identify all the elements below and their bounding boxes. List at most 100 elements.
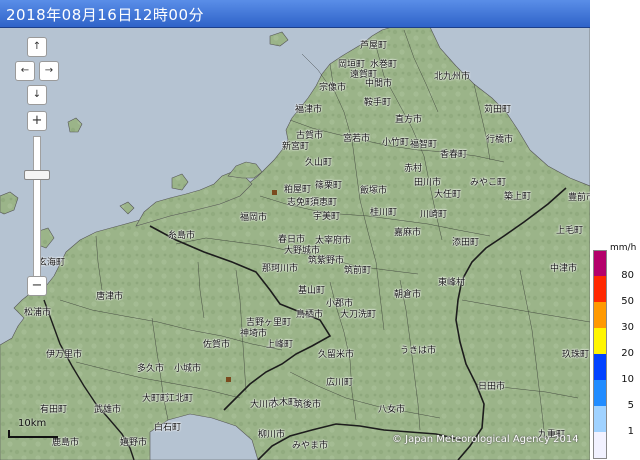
- scale-label: 10km: [18, 418, 47, 429]
- legend-label: 50: [621, 296, 634, 307]
- city-label: 上毛町: [556, 226, 584, 236]
- city-label: 築上町: [504, 192, 532, 202]
- legend-swatch: [593, 432, 607, 459]
- city-label: うきは市: [400, 346, 437, 356]
- city-label: みやこ町: [470, 178, 507, 188]
- city-label: 多久市: [137, 364, 165, 374]
- observation-time: 2018年08月16日12時00分: [6, 6, 205, 24]
- city-label: 粕屋町: [284, 185, 312, 195]
- legend-label: 30: [621, 322, 634, 333]
- city-label: 新宮町: [282, 142, 310, 152]
- city-label: 朝倉市: [394, 290, 422, 300]
- legend-swatch: [593, 380, 607, 406]
- city-label: 福津市: [295, 105, 323, 115]
- city-label: 赤村: [404, 164, 423, 174]
- zoom-slider-track[interactable]: [33, 136, 41, 282]
- city-label: 柳川市: [258, 430, 286, 440]
- observation-point: [226, 377, 231, 382]
- city-label: 基山町: [298, 286, 326, 296]
- city-label: 宗像市: [319, 83, 347, 93]
- zoom-out-button[interactable]: −: [27, 276, 47, 296]
- city-label: 小竹町: [382, 138, 410, 148]
- city-label: 太宰府市: [315, 236, 352, 246]
- precipitation-legend: mm/h 80 50 30 20 10 5 1: [590, 0, 640, 460]
- city-label: 松浦市: [24, 308, 52, 318]
- zoom-slider-handle[interactable]: [24, 170, 50, 180]
- city-label: 水巻町: [370, 60, 398, 70]
- city-label: 香春町: [440, 150, 468, 160]
- city-label: 伊万里市: [46, 350, 83, 360]
- city-label: 上峰町: [266, 340, 294, 350]
- city-label: 田川市: [414, 178, 442, 188]
- city-label: 小郡市: [326, 299, 354, 309]
- city-label: 大刀洗町: [340, 310, 377, 320]
- city-label: 鞍手町: [364, 98, 392, 108]
- legend-swatch: [593, 406, 607, 432]
- city-label: 嘉麻市: [394, 228, 422, 238]
- observation-point: [272, 190, 277, 195]
- city-label: 宇美町: [313, 212, 341, 222]
- city-label: 東峰村: [438, 278, 466, 288]
- legend-swatch: [593, 250, 607, 277]
- city-label: 嬉野市: [120, 438, 148, 448]
- pan-left-button[interactable]: ←: [15, 61, 35, 81]
- legend-label: 1: [627, 426, 634, 437]
- zoom-in-button[interactable]: +: [27, 111, 47, 131]
- city-label: 大任町: [434, 190, 462, 200]
- pan-down-button[interactable]: ↓: [27, 85, 47, 105]
- city-label: 大木町: [270, 398, 298, 408]
- title-bar: 2018年08月16日12時00分: [0, 0, 590, 28]
- city-label: 広川町: [326, 378, 354, 388]
- city-label: 唐津市: [96, 292, 124, 302]
- city-label: 白石町: [154, 423, 182, 433]
- city-label: 糸島市: [168, 231, 196, 241]
- city-label: 那珂川市: [262, 264, 299, 274]
- legend-swatch: [593, 328, 607, 354]
- city-label: 鳥栖市: [296, 310, 324, 320]
- city-label: 芦屋町: [360, 41, 388, 51]
- city-label: 春日市: [278, 235, 306, 245]
- legend-unit: mm/h: [610, 243, 637, 253]
- city-label: 久留米市: [318, 350, 355, 360]
- city-label: 桂川町: [370, 208, 398, 218]
- city-label: 大町町: [142, 394, 170, 404]
- city-label: 飯塚市: [360, 186, 388, 196]
- legend-swatch: [593, 302, 607, 328]
- city-label: 中間市: [365, 79, 393, 89]
- city-label: 宮若市: [343, 134, 371, 144]
- city-label: 小城市: [174, 364, 202, 374]
- scale-bar: [8, 430, 58, 438]
- city-label: 有田町: [40, 405, 68, 415]
- city-label: 武雄市: [94, 405, 122, 415]
- arrow-up-icon: ↑: [32, 41, 42, 52]
- city-label: 古賀市: [296, 131, 324, 141]
- copyright-notice: © Japan Meteorological Agency 2014: [392, 434, 579, 445]
- pan-up-button[interactable]: ↑: [27, 37, 47, 57]
- city-label: 筑紫野市: [308, 256, 345, 266]
- city-label: 八女市: [378, 405, 406, 415]
- plus-icon: +: [31, 113, 43, 128]
- city-label: 筑後市: [294, 400, 322, 410]
- city-label: 中津市: [550, 264, 578, 274]
- minus-icon: −: [31, 278, 43, 293]
- city-label: 玖珠町: [562, 350, 590, 360]
- city-label: 福智町: [410, 140, 438, 150]
- legend-label: 20: [621, 348, 634, 359]
- city-label: 佐賀市: [203, 340, 231, 350]
- city-label: 鹿島市: [52, 438, 80, 448]
- city-label: 日田市: [478, 382, 506, 392]
- city-label: 玄海町: [38, 258, 66, 268]
- city-label: 添田町: [452, 238, 480, 248]
- pan-right-button[interactable]: →: [39, 61, 59, 81]
- city-label: 福岡市: [240, 213, 268, 223]
- city-label: 苅田町: [484, 105, 512, 115]
- legend-label: 80: [621, 270, 634, 281]
- city-label: 川崎町: [420, 210, 448, 220]
- city-label: 久山町: [305, 158, 333, 168]
- legend-swatch: [593, 276, 607, 302]
- city-label: 行橋市: [486, 135, 514, 145]
- city-label: みやま市: [292, 441, 329, 451]
- legend-swatch: [593, 354, 607, 380]
- map-view[interactable]: 芦屋町 岡垣町 水巻町 遠賀町 中間市 北九州市 宗像市 鞍手町 苅田町 福津市…: [0, 0, 590, 460]
- city-label: 江北町: [166, 394, 194, 404]
